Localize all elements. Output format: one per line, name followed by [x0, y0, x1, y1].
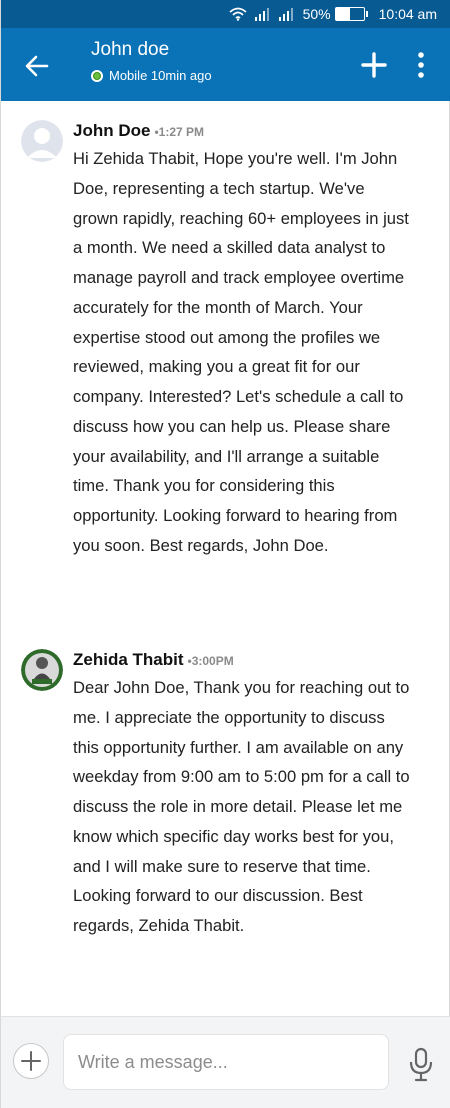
sender-name[interactable]: Zehida Thabit	[73, 650, 184, 670]
message-input[interactable]	[63, 1034, 389, 1090]
add-button[interactable]	[361, 52, 387, 78]
presence-text: Mobile 10min ago	[109, 68, 212, 83]
message-list[interactable]: John Doe •1:27 PM Hi Zehida Thabit, Hope…	[1, 101, 450, 1016]
signal-icon	[278, 7, 295, 21]
attach-button[interactable]	[13, 1043, 49, 1079]
plus-icon	[21, 1051, 41, 1071]
signal-icon	[254, 7, 271, 21]
microphone-icon	[409, 1047, 433, 1082]
online-dot-icon	[91, 69, 103, 82]
plus-icon	[361, 52, 387, 78]
presence-status: Mobile 10min ago	[91, 68, 212, 83]
message-text: Dear John Doe, Thank you for reaching ou…	[73, 678, 410, 935]
chat-header: John doe Mobile 10min ago	[1, 28, 450, 101]
back-button[interactable]	[23, 52, 51, 80]
status-bar: 50% 10:04 am	[1, 0, 450, 28]
battery-icon	[334, 7, 368, 21]
message-header: John Doe •1:27 PM	[73, 121, 204, 141]
wifi-icon	[229, 7, 247, 21]
battery-percent: 50%	[302, 6, 331, 22]
status-time: 10:04 am	[378, 6, 437, 22]
message-time: •3:00PM	[187, 654, 234, 668]
microphone-button[interactable]	[407, 1047, 435, 1083]
message-text: Hi Zehida Thabit, Hope you're well. I'm …	[73, 149, 409, 555]
message-time: •1:27 PM	[154, 125, 205, 139]
message-composer	[1, 1016, 450, 1108]
sender-name[interactable]: John Doe	[73, 121, 150, 141]
default-avatar-icon[interactable]	[21, 120, 63, 162]
arrow-left-icon	[25, 55, 49, 77]
more-vertical-icon	[418, 52, 424, 78]
more-options-button[interactable]	[411, 50, 431, 80]
contact-name[interactable]: John doe	[91, 39, 169, 61]
message-header: Zehida Thabit •3:00PM	[73, 650, 234, 670]
profile-photo-icon[interactable]	[21, 649, 63, 691]
